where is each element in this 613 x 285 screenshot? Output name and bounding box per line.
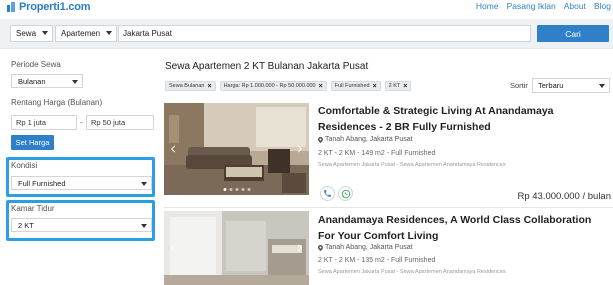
nav-pasang-iklan[interactable]: Pasang Iklan <box>507 1 556 11</box>
chevron-down-icon <box>106 31 112 35</box>
bedroom-value: 2 KT <box>18 220 34 230</box>
close-icon[interactable]: × <box>373 83 377 90</box>
phone-icon <box>324 190 331 197</box>
call-button[interactable] <box>320 186 335 201</box>
listing-photo[interactable] <box>164 211 309 285</box>
filter-chip[interactable]: Sewa Bulanan × <box>165 81 216 91</box>
chevron-down-icon <box>141 182 147 186</box>
bedroom-select[interactable]: 2 KT <box>11 218 152 232</box>
chevron-down-icon <box>141 224 147 228</box>
listing-breadcrumb: Sewa Apartemen Jakarta Pusat - Sewa Apar… <box>318 269 506 275</box>
condition-select[interactable]: Full Furnished <box>11 176 152 190</box>
filter-sidebar: Periode Sewa Bulanan Rentang Harga (Bula… <box>0 50 160 285</box>
price-max-value: Rp 50 juta <box>91 118 126 127</box>
listing-type-select[interactable]: Sewa <box>10 25 53 42</box>
price-range-label: Rentang Harga (Bulanan) <box>11 98 103 107</box>
whatsapp-button[interactable] <box>338 186 353 201</box>
chip-label: Harga: Rp 1.000.000 - Rp 50.000.000 <box>223 83 316 89</box>
listing-card[interactable]: Comfortable & Strategic Living At Ananda… <box>164 103 613 203</box>
condition-value: Full Furnished <box>18 178 66 188</box>
pager-dot[interactable] <box>247 188 250 191</box>
price-min-value: Rp 1 juta <box>16 118 47 127</box>
period-label: Periode Sewa <box>11 60 61 69</box>
whatsapp-icon <box>341 189 350 198</box>
logo-text: Properti1.com <box>19 0 91 13</box>
pager-dot[interactable] <box>229 188 232 191</box>
price-min-input[interactable]: Rp 1 juta <box>11 115 77 130</box>
sort-label: Sortir <box>510 81 528 90</box>
sort-select[interactable]: Terbaru <box>532 78 610 93</box>
listing-title[interactable]: Anandamaya Residences, A World Class Col… <box>318 212 610 244</box>
search-bar: Sewa Apartemen Jakarta Pusat Cari <box>0 19 613 49</box>
price-max-input[interactable]: Rp 50 juta <box>86 115 154 130</box>
location-input[interactable]: Jakarta Pusat <box>118 25 531 42</box>
filter-chip[interactable]: Harga: Rp 1.000.000 - Rp 50.000.000 × <box>219 81 327 91</box>
close-icon[interactable]: × <box>319 83 323 90</box>
filter-chip[interactable]: 2 KT × <box>384 81 412 91</box>
listing-location: Tanah Abang, Jakarta Pusat <box>318 136 413 143</box>
pager-dot[interactable] <box>235 188 238 191</box>
property-type-value: Apartemen <box>61 29 101 38</box>
price-separator: - <box>80 118 83 127</box>
chevron-down-icon <box>42 31 48 35</box>
price-value: Rp 43.000.000 <box>517 191 580 202</box>
listing-divider <box>164 207 613 208</box>
close-icon[interactable]: × <box>207 83 211 90</box>
listing-specs: 2 KT - 2 KM - 135 m2 - Full Furnished <box>318 257 436 264</box>
pager-dot[interactable] <box>223 188 226 191</box>
main-nav: Home Pasang Iklan About Blog <box>476 1 611 11</box>
living-room-photo <box>164 103 309 195</box>
pager-dot[interactable] <box>241 188 244 191</box>
filter-chip[interactable]: Full Furnished × <box>330 81 381 91</box>
listing-breadcrumb: Sewa Apartemen Jakarta Pusat - Sewa Apar… <box>318 162 506 168</box>
results-title: Sewa Apartemen 2 KT Bulanan Jakarta Pusa… <box>165 61 369 72</box>
listing-type-value: Sewa <box>16 29 37 38</box>
chevron-down-icon <box>72 80 78 84</box>
listing-photo[interactable] <box>164 103 309 195</box>
building-logo-icon <box>7 1 16 12</box>
chevron-down-icon <box>599 84 605 88</box>
top-bar: Properti1.com Home Pasang Iklan About Bl… <box>0 0 613 18</box>
nav-blog[interactable]: Blog <box>594 1 611 11</box>
sort-value: Terbaru <box>538 81 564 90</box>
location-text: Tanah Abang, Jakarta Pusat <box>325 136 413 143</box>
nav-home[interactable]: Home <box>476 1 499 11</box>
location-text: Tanah Abang, Jakarta Pusat <box>325 244 413 251</box>
listing-location: Tanah Abang, Jakarta Pusat <box>318 244 413 251</box>
chip-label: Sewa Bulanan <box>169 83 205 89</box>
property-type-select[interactable]: Apartemen <box>55 25 117 42</box>
bedroom-photo <box>164 211 309 285</box>
listing-card[interactable]: Anandamaya Residences, A World Class Col… <box>164 211 613 285</box>
logo[interactable]: Properti1.com <box>7 0 91 13</box>
close-icon[interactable]: × <box>403 83 407 90</box>
listing-price: Rp 43.000.000 / bulan <box>517 191 611 202</box>
search-button[interactable]: Cari <box>537 25 609 42</box>
map-pin-icon <box>318 136 323 143</box>
listing-title[interactable]: Comfortable & Strategic Living At Ananda… <box>318 103 610 135</box>
set-price-button[interactable]: Set Harga <box>11 135 54 150</box>
bedroom-label: Kamar Tidur <box>11 204 55 213</box>
chip-label: 2 KT <box>388 83 401 89</box>
listing-specs: 2 KT - 2 KM - 149 m2 - Full Furnished <box>318 150 436 157</box>
map-pin-icon <box>318 244 323 251</box>
nav-about[interactable]: About <box>564 1 586 11</box>
period-value: Bulanan <box>18 76 46 86</box>
active-filter-chips: Sewa Bulanan × Harga: Rp 1.000.000 - Rp 5… <box>165 81 412 91</box>
location-value: Jakarta Pusat <box>123 29 172 38</box>
period-select[interactable]: Bulanan <box>11 74 83 88</box>
price-unit: / bulan <box>582 191 611 202</box>
condition-label: Kondisi <box>11 161 38 170</box>
photo-pager <box>223 188 250 191</box>
chip-label: Full Furnished <box>334 83 370 89</box>
